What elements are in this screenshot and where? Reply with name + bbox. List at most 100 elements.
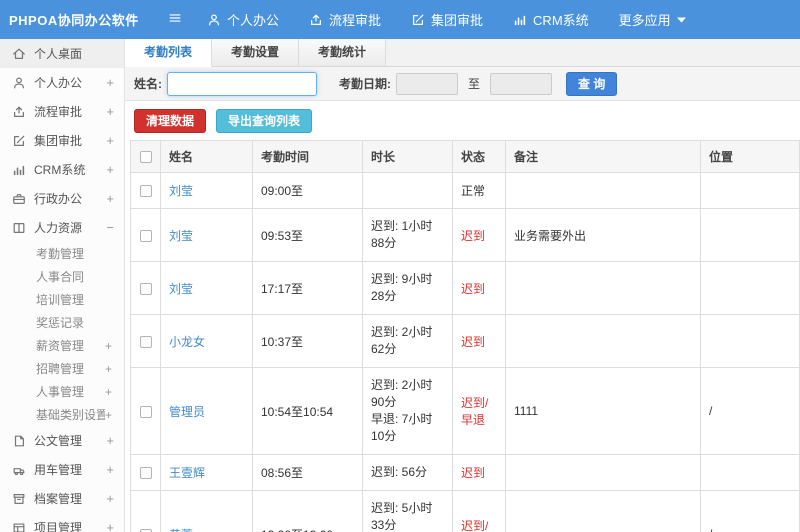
tab-bar: 考勤列表 考勤设置 考勤统计 [125,39,800,67]
search-button[interactable]: 查 询 [566,71,618,96]
row-checkbox[interactable] [139,405,152,418]
row-checkbox-cell [130,314,161,368]
export-list-button[interactable]: 导出查询列表 [216,109,313,133]
column-header: 时长 [362,140,453,173]
date-from-input[interactable] [396,72,458,95]
row-checkbox[interactable] [139,185,152,198]
sidebar-subitem-toggle[interactable]: + [105,385,112,399]
clear-data-button[interactable]: 清理数据 [134,109,207,133]
sidebar-item-toggle[interactable]: + [102,75,114,90]
date-to-input[interactable] [490,72,553,95]
sidebar-item-toggle[interactable]: + [102,491,114,506]
nav-item-personal-office[interactable]: 个人办公 [192,0,294,39]
nav-item-group-approval[interactable]: 集团审批 [396,0,498,39]
sidebar-subitem-attendance[interactable]: 考勤管理 [0,242,124,265]
sidebar-submenu-hr: 考勤管理 人事合同培训管理奖惩记录 薪资管理 + 招聘管理 + 人事管理 + 基础类别设置 + [0,242,124,426]
employee-name-link[interactable]: 刘莹 [160,208,253,262]
sidebar-subitem-salary[interactable]: 薪资管理 + [0,334,124,357]
tab-attendance-stats[interactable]: 考勤统计 [299,39,387,66]
sidebar-item-toggle[interactable]: + [102,520,114,532]
status-badge: 迟到/早退 [452,490,506,532]
sidebar-subitem-reward[interactable]: 奖惩记录 [0,311,124,334]
sidebar-subitem-base-category[interactable]: 基础类别设置 + [0,403,124,426]
duration-line: 迟到: 5小时33分 [371,501,433,532]
employee-name-link[interactable]: 王壹辉 [160,454,253,491]
table-body: 刘莹 09:00至 正常 刘莹 09:53至 迟到: 1小时88分 迟到 业务需要外出 刘莹 17… [130,172,800,532]
sidebar-subitem-personnel[interactable]: 人事管理 + [0,380,124,403]
attendance-time-cell: 10:54至10:54 [252,367,363,455]
sidebar-item-label: 档案管理 [34,492,83,506]
sidebar-item-vehicle[interactable]: 用车管理 + [0,455,124,484]
status-badge: 迟到 [452,454,506,491]
sidebar-item-admin-office[interactable]: 行政办公 + [0,184,124,213]
sidebar-item-group-approval[interactable]: 集团审批 + [0,126,124,155]
sidebar-item-official-doc[interactable]: 公文管理 + [0,426,124,455]
sidebar-item-toggle[interactable]: − [102,220,114,235]
nav-item-workflow-approval[interactable]: 流程审批 [294,0,396,39]
nav-item-label: 更多应用 [618,13,671,28]
employee-name-link[interactable]: 刘莹 [160,261,253,315]
sidebar-subitem-training[interactable]: 培训管理 [0,288,124,311]
sidebar-item-toggle[interactable]: + [102,462,114,477]
sidebar-subitem-toggle[interactable]: + [105,362,112,376]
row-checkbox-cell [130,490,161,532]
sidebar-item-archive[interactable]: 档案管理 + [0,484,124,513]
location-cell [700,454,800,491]
sidebar-subitem-label: 培训管理 [36,293,85,307]
employee-name-link[interactable]: 刘莹 [160,172,253,209]
date-filter-label: 考勤日期: [339,77,391,91]
duration-line: 迟到: 2小时62分 [371,325,433,356]
sidebar-item-toggle[interactable]: + [102,162,114,177]
sidebar-item-desktop[interactable]: 个人桌面 [0,39,124,68]
location-cell [700,208,800,262]
name-input[interactable] [167,71,317,96]
sidebar-subitem-toggle[interactable]: + [105,408,112,422]
row-checkbox[interactable] [139,282,152,295]
employee-name-link[interactable]: 黄蓉 [160,490,253,532]
duration-cell: 迟到: 2小时90分 早退: 7小时10分 [362,367,453,455]
sidebar-toggle-button[interactable] [158,11,192,28]
sidebar-item-label: 个人办公 [34,76,83,90]
employee-name-link[interactable]: 小龙女 [160,314,253,368]
date-range-separator: 至 [468,77,481,91]
table-row: 刘莹 09:00至 正常 [130,172,800,209]
sidebar-subitem-contract[interactable]: 人事合同 [0,265,124,288]
duration-cell: 迟到: 5小时33分早退: 4小时67分 [362,490,453,532]
nav-item-label: 流程审批 [329,13,382,28]
sidebar-item-hr[interactable]: 人力资源 − [0,213,124,242]
duration-cell: 迟到: 2小时62分 [362,314,453,368]
sidebar-subitem-recruit[interactable]: 招聘管理 + [0,357,124,380]
attendance-table: 姓名 考勤时间 时长 状态 备注 位置 刘莹 09:00至 正常 刘莹 09:53至 迟到: 1小时… [130,140,800,532]
row-checkbox[interactable] [139,467,152,480]
sidebar-item-toggle[interactable]: + [102,433,114,448]
row-checkbox-cell [130,261,161,315]
sidebar-item-crm[interactable]: CRM系统 + [0,155,124,184]
sidebar-item-toggle[interactable]: + [102,104,114,119]
flow-icon [309,13,323,27]
location-cell [700,314,800,368]
user-icon [12,76,26,90]
sidebar-item-label: 人力资源 [34,221,83,235]
row-checkbox[interactable] [139,335,152,348]
sidebar-item-workflow-approval[interactable]: 流程审批 + [0,97,124,126]
sidebar-item-project[interactable]: 项目管理 + [0,513,124,532]
tab-attendance-setup[interactable]: 考勤设置 [212,39,300,66]
row-checkbox[interactable] [139,229,152,242]
sidebar-item-label: 项目管理 [34,521,83,532]
tab-attendance-list[interactable]: 考勤列表 [125,39,213,67]
location-cell: / [700,367,800,455]
attendance-time-cell: 09:53至 [252,208,363,262]
status-badge: 迟到 [452,261,506,315]
select-all-checkbox[interactable] [139,151,152,164]
duration-cell: 迟到: 56分 [362,454,453,491]
sidebar-item-toggle[interactable]: + [102,191,114,206]
sidebar-subitem-toggle[interactable]: + [105,339,112,353]
column-header: 位置 [700,140,800,173]
sidebar-item-toggle[interactable]: + [102,133,114,148]
nav-item-crm[interactable]: CRM系统 [498,0,604,39]
note-cell: 1111 [505,367,701,455]
employee-name-link[interactable]: 管理员 [160,367,253,455]
nav-item-more-apps[interactable]: 更多应用 [604,0,701,39]
action-buttons-row: 清理数据 导出查询列表 [125,101,800,140]
sidebar-item-personal-office[interactable]: 个人办公 + [0,68,124,97]
